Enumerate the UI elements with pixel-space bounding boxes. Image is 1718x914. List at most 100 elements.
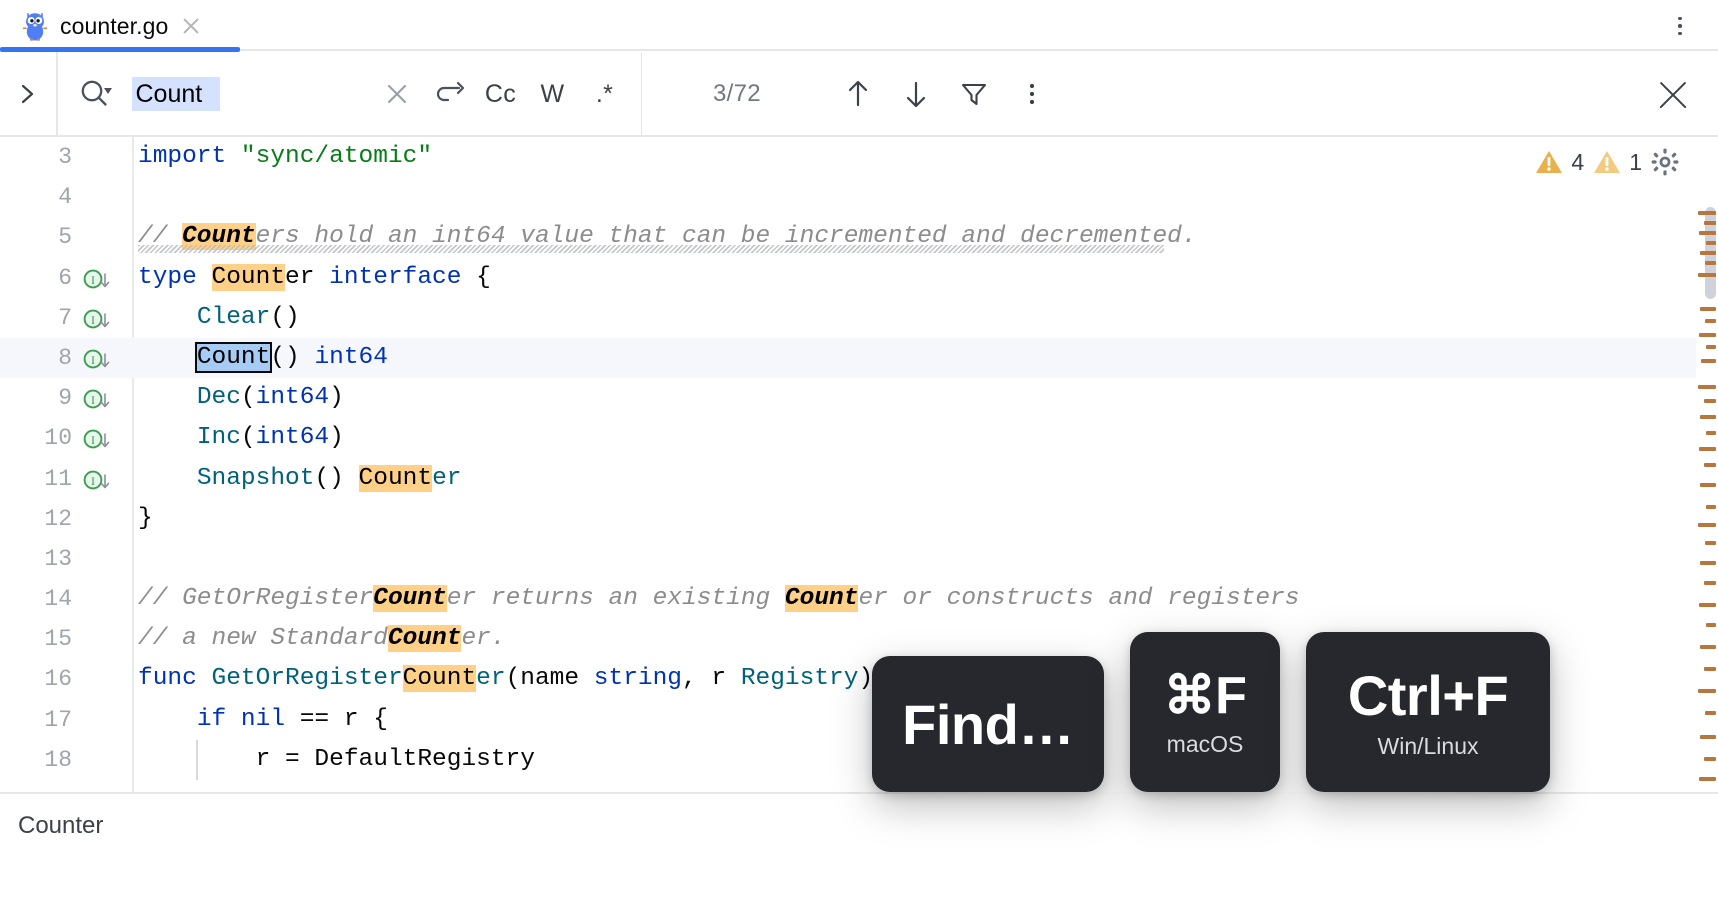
- stripe-mark[interactable]: [1706, 431, 1716, 435]
- code-line[interactable]: 13: [0, 539, 1718, 579]
- error-stripe-scrollbar[interactable]: [1696, 137, 1718, 792]
- code-line-current[interactable]: 8 I Count() int64: [0, 338, 1718, 378]
- stripe-mark[interactable]: [1699, 603, 1716, 607]
- code-line[interactable]: 14 // GetOrRegisterCounter returns an ex…: [0, 579, 1718, 619]
- line-number: 18: [0, 740, 72, 780]
- line-text: Clear(): [138, 298, 300, 338]
- stripe-mark[interactable]: [1698, 211, 1716, 215]
- stripe-mark[interactable]: [1700, 735, 1716, 739]
- match-case-button[interactable]: Cc: [475, 68, 527, 120]
- stripe-mark[interactable]: [1699, 447, 1716, 451]
- weak-warning-count-item[interactable]: 1: [1592, 148, 1642, 176]
- stripe-mark[interactable]: [1698, 523, 1716, 527]
- chevron-right-icon[interactable]: [0, 52, 56, 136]
- keycard-macos-platform: macOS: [1167, 731, 1244, 758]
- svg-text:I: I: [91, 474, 95, 488]
- line-text: }: [138, 499, 153, 539]
- line-text: // GetOrRegisterCounter returns an exist…: [138, 579, 1300, 619]
- line-number: 5: [0, 217, 72, 257]
- implemented-by-gutter-icon[interactable]: I: [82, 346, 112, 372]
- stripe-mark[interactable]: [1705, 711, 1716, 715]
- code-line[interactable]: 6 I type Counter interface {: [0, 258, 1718, 298]
- stripe-mark[interactable]: [1698, 273, 1716, 277]
- search-input[interactable]: [132, 77, 220, 111]
- stripe-mark[interactable]: [1705, 541, 1716, 545]
- line-number: 11: [0, 459, 72, 499]
- stripe-mark[interactable]: [1704, 463, 1716, 467]
- stripe-mark[interactable]: [1705, 261, 1716, 265]
- implemented-by-gutter-icon[interactable]: I: [82, 467, 112, 493]
- code-line[interactable]: 11 I Snapshot() Counter: [0, 459, 1718, 499]
- stripe-mark[interactable]: [1699, 231, 1716, 235]
- stripe-mark[interactable]: [1700, 483, 1716, 487]
- keycard-macos-keys: ⌘F: [1164, 668, 1247, 724]
- stripe-mark[interactable]: [1706, 505, 1716, 509]
- spellcheck-squiggle: [138, 245, 1164, 253]
- line-number: 6: [0, 258, 72, 298]
- stripe-mark[interactable]: [1704, 757, 1716, 761]
- line-number: 9: [0, 378, 72, 418]
- stripe-mark[interactable]: [1704, 667, 1716, 671]
- go-gopher-icon: [22, 11, 48, 41]
- stripe-mark[interactable]: [1700, 415, 1716, 419]
- current-match-highlight: Count: [197, 344, 271, 371]
- match-counter: 3/72: [642, 80, 832, 108]
- stripe-mark[interactable]: [1704, 221, 1716, 225]
- kebab-menu-icon[interactable]: [1664, 10, 1696, 42]
- implemented-by-gutter-icon[interactable]: I: [82, 426, 112, 452]
- warning-count-item[interactable]: 4: [1534, 148, 1584, 176]
- svg-text:I: I: [91, 313, 95, 327]
- search-dropdown-icon[interactable]: [58, 52, 132, 136]
- stripe-mark[interactable]: [1700, 645, 1716, 649]
- code-line[interactable]: 3 import "sync/atomic": [0, 137, 1718, 177]
- code-line[interactable]: 5 // Counters hold an int64 value that c…: [0, 217, 1718, 257]
- stripe-mark[interactable]: [1700, 307, 1716, 311]
- stripe-mark[interactable]: [1698, 385, 1716, 389]
- code-line[interactable]: 10 I Inc(int64): [0, 418, 1718, 458]
- code-line[interactable]: 7 I Clear(): [0, 298, 1718, 338]
- stripe-mark[interactable]: [1706, 241, 1716, 245]
- stripe-mark[interactable]: [1704, 581, 1716, 585]
- editor-tab-bar: counter.go: [0, 0, 1718, 52]
- find-navigation: [832, 68, 1058, 120]
- implemented-by-gutter-icon[interactable]: I: [82, 266, 112, 292]
- stripe-mark[interactable]: [1701, 359, 1716, 363]
- line-number: 7: [0, 298, 72, 338]
- stripe-mark[interactable]: [1706, 345, 1716, 349]
- stripe-mark[interactable]: [1699, 333, 1716, 337]
- stripe-mark[interactable]: [1705, 319, 1716, 323]
- arrow-down-icon[interactable]: [890, 68, 942, 120]
- kebab-menu-icon[interactable]: [1006, 68, 1058, 120]
- whole-words-button[interactable]: W: [527, 68, 579, 120]
- close-icon[interactable]: [180, 15, 202, 37]
- line-number: 10: [0, 418, 72, 458]
- line-text: Dec(int64): [138, 378, 344, 418]
- close-find-button[interactable]: [1654, 76, 1692, 114]
- gear-icon[interactable]: [1650, 147, 1680, 177]
- keycard-winlinux-platform: Win/Linux: [1378, 733, 1479, 760]
- implemented-by-gutter-icon[interactable]: I: [82, 386, 112, 412]
- line-text: if nil == r {: [138, 700, 388, 740]
- preserve-case-icon[interactable]: [423, 68, 475, 120]
- stripe-mark[interactable]: [1699, 777, 1716, 781]
- code-line[interactable]: 4: [0, 177, 1718, 217]
- keycard-macos: ⌘F macOS: [1130, 632, 1280, 792]
- regex-button[interactable]: .*: [579, 68, 631, 120]
- line-text: import "sync/atomic": [138, 137, 432, 177]
- stripe-mark[interactable]: [1704, 399, 1716, 403]
- stripe-mark[interactable]: [1700, 251, 1716, 255]
- stripe-mark[interactable]: [1700, 561, 1716, 565]
- stripe-mark[interactable]: [1698, 689, 1716, 693]
- clear-x-icon[interactable]: [371, 68, 423, 120]
- find-toolbar: Cc W .* 3/72: [0, 52, 1718, 136]
- code-line[interactable]: 12 }: [0, 499, 1718, 539]
- filter-icon[interactable]: [948, 68, 1000, 120]
- editor-tab-counter-go[interactable]: counter.go: [0, 0, 220, 52]
- line-number: 12: [0, 499, 72, 539]
- stripe-mark[interactable]: [1706, 623, 1716, 627]
- keycard-winlinux: Ctrl+F Win/Linux: [1306, 632, 1550, 792]
- code-line[interactable]: 9 I Dec(int64): [0, 378, 1718, 418]
- implemented-by-gutter-icon[interactable]: I: [82, 306, 112, 332]
- breadcrumb[interactable]: Counter: [18, 812, 103, 840]
- arrow-up-icon[interactable]: [832, 68, 884, 120]
